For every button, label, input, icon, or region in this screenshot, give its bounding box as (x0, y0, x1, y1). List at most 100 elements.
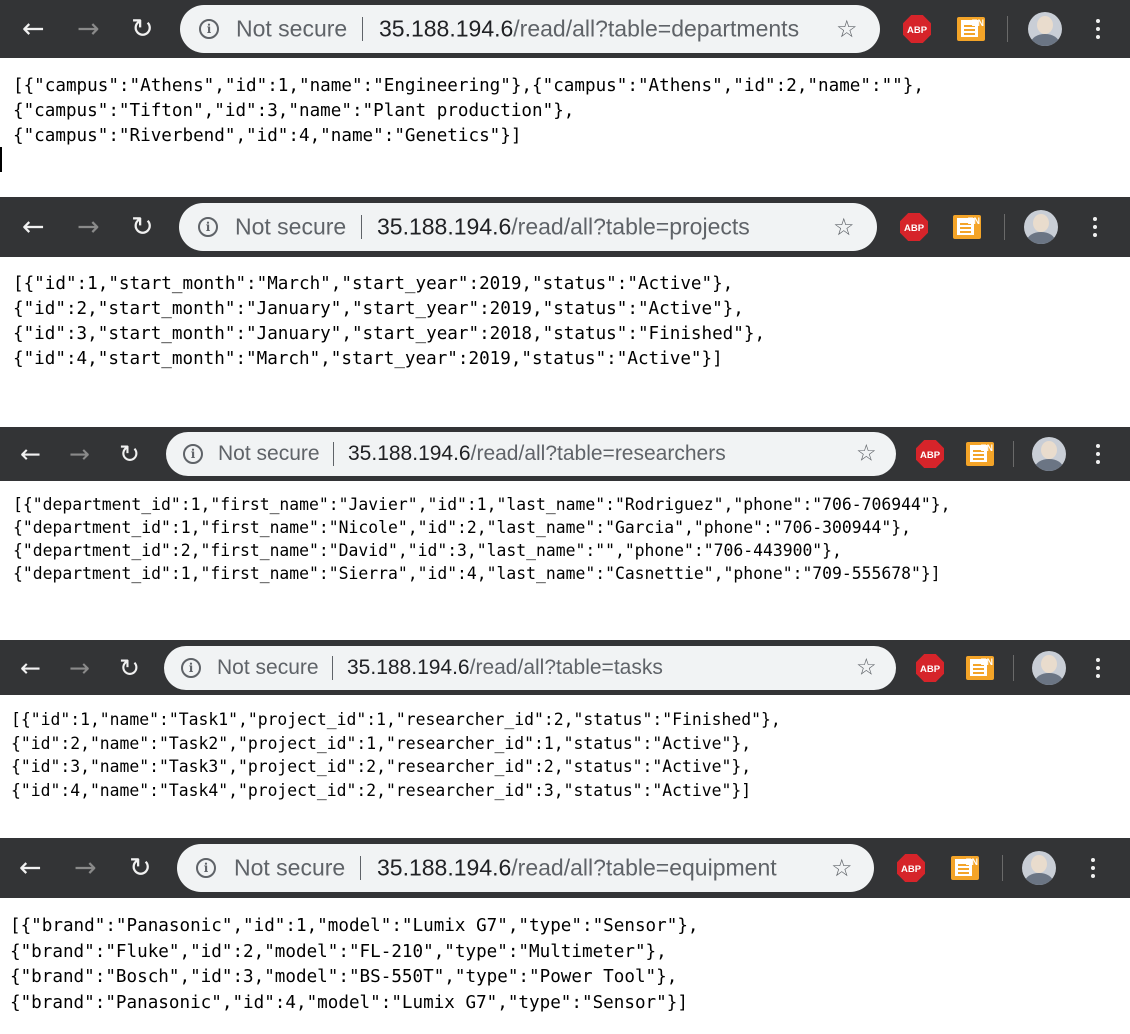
translate-extension-icon[interactable]: EN (966, 655, 994, 680)
forward-arrow-icon[interactable]: → (77, 214, 100, 241)
bookmark-star-icon[interactable]: ☆ (856, 442, 877, 466)
toolbar: ← → ↻ i Not secure 35.188.194.6/read/all… (0, 197, 1130, 257)
reload-icon[interactable]: ↻ (131, 214, 154, 241)
menu-kebab-icon[interactable] (1096, 19, 1100, 39)
menu-kebab-icon[interactable] (1093, 217, 1097, 237)
info-icon[interactable]: i (183, 444, 203, 464)
profile-avatar[interactable] (1028, 12, 1062, 46)
url-path: /read/all?table=projects (511, 213, 750, 240)
menu-kebab-icon[interactable] (1096, 444, 1100, 464)
back-arrow-icon[interactable]: ← (22, 214, 45, 241)
json-line: {"brand":"Panasonic","id":4,"model":"Lum… (10, 992, 688, 1013)
back-arrow-icon[interactable]: ← (19, 855, 42, 882)
adblock-plus-icon[interactable]: ABP (897, 854, 925, 882)
url-text[interactable]: 35.188.194.6/read/all?table=projects (377, 214, 750, 241)
json-line: {"id":3,"start_month":"January","start_y… (13, 324, 766, 344)
url-separator (361, 215, 362, 239)
json-line: {"department_id":1,"first_name":"Nicole"… (13, 518, 911, 537)
forward-arrow-icon[interactable]: → (69, 655, 90, 680)
json-line: {"brand":"Bosch","id":3,"model":"BS-550T… (10, 967, 678, 987)
adblock-plus-icon[interactable]: ABP (900, 213, 928, 241)
profile-avatar[interactable] (1032, 437, 1066, 471)
address-bar[interactable]: i Not secure 35.188.194.6/read/all?table… (177, 844, 874, 892)
json-line: {"id":4,"name":"Task4","project_id":2,"r… (11, 780, 752, 800)
toolbar-divider (1013, 441, 1014, 467)
json-line: [{"department_id":1,"first_name":"Javier… (13, 495, 951, 514)
toolbar-divider (1007, 16, 1008, 42)
adblock-label: ABP (904, 223, 925, 234)
json-line: {"brand":"Fluke","id":2,"model":"FL-210"… (10, 941, 667, 962)
url-text[interactable]: 35.188.194.6/read/all?table=departments (379, 16, 799, 43)
forward-arrow-icon[interactable]: → (77, 16, 100, 43)
reload-icon[interactable]: ↻ (129, 855, 152, 882)
json-line: [{"brand":"Panasonic","id":1,"model":"Lu… (10, 916, 699, 936)
toolbar-divider (1004, 214, 1005, 240)
back-arrow-icon[interactable]: ← (22, 16, 45, 43)
browser-window-projects: ← → ↻ i Not secure 35.188.194.6/read/all… (0, 197, 1130, 422)
profile-avatar[interactable] (1022, 851, 1056, 885)
translate-extension-icon[interactable]: EN (951, 856, 979, 880)
info-icon[interactable]: i (181, 658, 201, 678)
forward-arrow-icon[interactable]: → (74, 855, 97, 882)
info-icon[interactable]: i (196, 858, 216, 878)
json-response: [{"brand":"Panasonic","id":1,"model":"Lu… (10, 916, 699, 1020)
toolbar: ← → ↻ i Not secure 35.188.194.6/read/all… (0, 0, 1130, 58)
browser-window-tasks: ← → ↻ i Not secure 35.188.194.6/read/all… (0, 640, 1130, 835)
browser-window-departments: ← → ↻ i Not secure 35.188.194.6/read/all… (0, 0, 1130, 195)
adblock-plus-icon[interactable]: ABP (916, 440, 944, 468)
security-label: Not secure (217, 656, 319, 679)
reload-icon[interactable]: ↻ (119, 442, 140, 467)
text-cursor (0, 147, 2, 172)
bookmark-star-icon[interactable]: ☆ (856, 656, 877, 680)
json-line: {"department_id":1,"first_name":"Sierra"… (13, 564, 941, 583)
security-label: Not secure (218, 442, 320, 465)
forward-arrow-icon[interactable]: → (69, 442, 90, 467)
json-line: [{"id":1,"start_month":"March","start_ye… (13, 274, 734, 294)
translate-extension-label: EN (967, 216, 980, 226)
reload-icon[interactable]: ↻ (119, 655, 140, 680)
url-separator (362, 17, 363, 41)
translate-extension-label: EN (980, 443, 993, 453)
url-host: 35.188.194.6 (348, 442, 471, 465)
json-response: [{"id":1,"start_month":"March","start_ye… (13, 274, 766, 376)
back-arrow-icon[interactable]: ← (20, 655, 41, 680)
menu-kebab-icon[interactable] (1096, 657, 1100, 678)
json-response: [{"campus":"Athens","id":1,"name":"Engin… (13, 76, 924, 153)
profile-avatar[interactable] (1024, 210, 1058, 244)
toolbar: ← → ↻ i Not secure 35.188.194.6/read/all… (0, 838, 1130, 898)
json-response: [{"id":1,"name":"Task1","project_id":1,"… (11, 711, 781, 806)
json-response: [{"department_id":1,"first_name":"Javier… (13, 495, 951, 589)
bookmark-star-icon[interactable]: ☆ (836, 17, 858, 41)
address-bar[interactable]: i Not secure 35.188.194.6/read/all?table… (164, 646, 896, 690)
url-separator (332, 656, 333, 680)
adblock-plus-icon[interactable]: ABP (916, 653, 944, 682)
url-host: 35.188.194.6 (379, 15, 514, 42)
translate-extension-label: EN (971, 18, 984, 28)
url-host: 35.188.194.6 (377, 213, 512, 240)
menu-kebab-icon[interactable] (1091, 858, 1095, 878)
url-text[interactable]: 35.188.194.6/read/all?table=researchers (348, 442, 726, 466)
address-bar[interactable]: i Not secure 35.188.194.6/read/all?table… (180, 5, 880, 53)
url-separator (360, 856, 361, 880)
toolbar-divider (1013, 654, 1014, 681)
url-path: /read/all?table=tasks (469, 656, 663, 679)
bookmark-star-icon[interactable]: ☆ (831, 856, 853, 880)
info-icon[interactable]: i (199, 19, 219, 39)
address-bar[interactable]: i Not secure 35.188.194.6/read/all?table… (166, 432, 896, 476)
json-line: {"id":3,"name":"Task3","project_id":2,"r… (11, 757, 752, 776)
translate-extension-icon[interactable]: EN (957, 17, 985, 41)
bookmark-star-icon[interactable]: ☆ (833, 215, 855, 239)
url-text[interactable]: 35.188.194.6/read/all?table=tasks (347, 656, 663, 680)
toolbar: ← → ↻ i Not secure 35.188.194.6/read/all… (0, 427, 1130, 481)
url-text[interactable]: 35.188.194.6/read/all?table=equipment (377, 855, 777, 882)
info-icon[interactable]: i (198, 217, 218, 237)
json-line: [{"campus":"Athens","id":1,"name":"Engin… (13, 76, 924, 96)
translate-extension-icon[interactable]: EN (966, 442, 994, 466)
profile-avatar[interactable] (1032, 650, 1066, 685)
adblock-plus-icon[interactable]: ABP (903, 15, 931, 43)
toolbar: ← → ↻ i Not secure 35.188.194.6/read/all… (0, 640, 1130, 695)
address-bar[interactable]: i Not secure 35.188.194.6/read/all?table… (179, 203, 877, 251)
reload-icon[interactable]: ↻ (131, 16, 154, 43)
translate-extension-icon[interactable]: EN (953, 215, 981, 239)
back-arrow-icon[interactable]: ← (20, 442, 41, 467)
